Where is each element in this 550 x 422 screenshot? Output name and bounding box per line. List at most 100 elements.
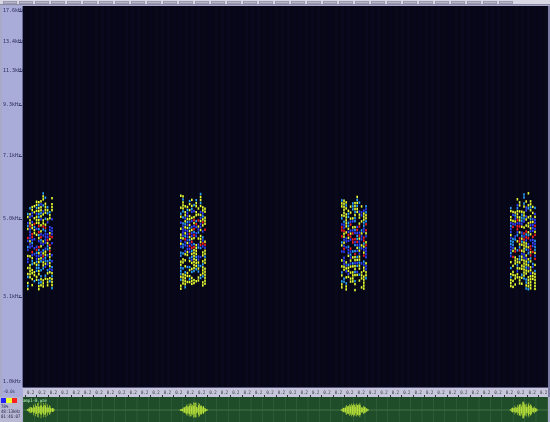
- toolbar-button[interactable]: [451, 1, 465, 4]
- spectrogram-cell: [525, 224, 527, 227]
- spectrogram-cell: [182, 198, 184, 201]
- time-label: 0.2: [505, 390, 514, 395]
- toolbar-button[interactable]: [115, 1, 129, 4]
- spectrogram-cell: [514, 247, 516, 250]
- spectrogram-band: [353, 6, 356, 387]
- toolbar-button[interactable]: [467, 1, 481, 4]
- time-label: 0.2: [426, 390, 434, 395]
- spectrogram-cell: [182, 261, 184, 264]
- spectrogram-cell: [193, 248, 195, 252]
- spectrogram-cell: [352, 274, 354, 277]
- time-label: 0.2: [414, 390, 422, 395]
- spectrogram-cell: [193, 251, 195, 255]
- waveform-canvas: [23, 397, 548, 422]
- toolbar-button[interactable]: [83, 1, 97, 4]
- toolbar-button[interactable]: [131, 1, 145, 4]
- spectrogram-cell: [343, 256, 345, 259]
- spectrogram-cell: [354, 264, 356, 268]
- toolbar-button[interactable]: [179, 1, 193, 4]
- spectrogram-cell: [202, 239, 204, 242]
- spectrogram-cell: [363, 230, 365, 233]
- frequency-tick: [19, 105, 22, 106]
- spectrogram-cell: [184, 259, 186, 262]
- spectrogram-cell: [510, 281, 512, 285]
- spectrogram-cell: [191, 234, 193, 238]
- spectrogram-cell: [532, 244, 534, 248]
- spectrogram-cell: [182, 273, 184, 276]
- spectrogram-cell: [354, 216, 356, 220]
- spectrogram-cell: [31, 253, 33, 257]
- toolbar-button[interactable]: [99, 1, 113, 4]
- spectrogram-cell: [527, 261, 530, 264]
- toolbar-button[interactable]: [387, 1, 401, 4]
- toolbar-button[interactable]: [3, 1, 17, 4]
- waveform-panel[interactable]: [23, 397, 548, 422]
- spectrogram-cell: [49, 271, 51, 274]
- toolbar-button[interactable]: [195, 1, 209, 4]
- toolbar-button[interactable]: [243, 1, 257, 4]
- toolbar-button[interactable]: [499, 1, 513, 4]
- spectrogram-cell: [534, 251, 536, 255]
- spectrogram-cell: [33, 205, 36, 208]
- spectrogram-cell: [44, 250, 47, 253]
- toolbar-button[interactable]: [147, 1, 161, 4]
- spectrogram-cell: [51, 272, 53, 275]
- toolbar-button[interactable]: [67, 1, 81, 4]
- spectrogram-cell: [180, 272, 182, 275]
- toolbar-button[interactable]: [35, 1, 49, 4]
- spectrogram-cell: [38, 204, 40, 207]
- spectrogram-cell: [197, 264, 200, 267]
- toolbar-button[interactable]: [339, 1, 353, 4]
- spectrogram-cell: [510, 284, 512, 288]
- spectrogram-cell: [51, 236, 53, 239]
- toolbar-button[interactable]: [227, 1, 241, 4]
- toolbar-button[interactable]: [51, 1, 65, 4]
- toolbar-button[interactable]: [259, 1, 273, 4]
- spectrogram-cell: [363, 287, 365, 290]
- spectrogram-cell: [358, 255, 361, 258]
- spectrogram-cell: [51, 218, 53, 221]
- spectrogram-plot[interactable]: [23, 6, 548, 387]
- spectrogram-band: [245, 6, 248, 387]
- spectrogram-cell: [42, 252, 44, 255]
- spectrogram-cell: [38, 228, 40, 231]
- spectrogram-cell: [199, 276, 202, 280]
- spectrogram-cell: [516, 240, 519, 243]
- spectrogram-cell: [202, 218, 204, 221]
- spectrogram-cell: [191, 258, 193, 262]
- spectrogram-cell: [180, 239, 182, 242]
- spectrogram-cell: [204, 273, 206, 276]
- spectrogram-cell: [349, 253, 352, 256]
- spectrogram-cell: [343, 211, 345, 214]
- spectrogram-cell: [195, 220, 197, 223]
- time-label: 0.2: [380, 390, 388, 395]
- spectrogram-band: [263, 6, 266, 387]
- toolbar-button[interactable]: [419, 1, 433, 4]
- spectrogram-cell: [193, 263, 195, 267]
- spectrogram-band: [89, 6, 92, 387]
- toolbar-button[interactable]: [355, 1, 369, 4]
- spectrogram-cell: [197, 246, 200, 249]
- spectrogram-cell: [195, 202, 197, 205]
- spectrogram-cell: [29, 240, 31, 243]
- toolbar-button[interactable]: [323, 1, 337, 4]
- spectrogram-cell: [523, 232, 525, 235]
- info-line-3: 01:46:07: [1, 414, 21, 419]
- toolbar-button[interactable]: [275, 1, 289, 4]
- spectrogram-cell: [191, 219, 193, 223]
- toolbar-button[interactable]: [371, 1, 385, 4]
- spectrogram-cell: [512, 270, 514, 274]
- toolbar-button[interactable]: [403, 1, 417, 4]
- spectrogram-cell: [27, 248, 29, 252]
- toolbar-button[interactable]: [163, 1, 177, 4]
- toolbar-button[interactable]: [291, 1, 305, 4]
- spectrogram-cell: [529, 260, 532, 263]
- toolbar-button[interactable]: [19, 1, 33, 4]
- spectrogram-cell: [512, 255, 514, 259]
- toolbar-button[interactable]: [483, 1, 497, 4]
- spectrogram-cell: [31, 241, 33, 245]
- toolbar-button[interactable]: [435, 1, 449, 4]
- toolbar-button[interactable]: [307, 1, 321, 4]
- toolbar-button[interactable]: [211, 1, 225, 4]
- spectrogram-cell: [516, 276, 519, 279]
